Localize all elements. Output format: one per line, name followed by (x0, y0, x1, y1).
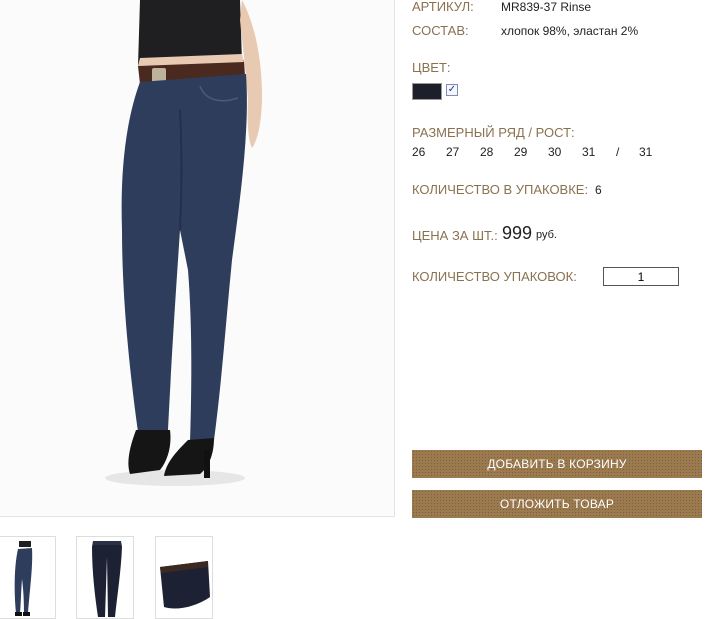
packs-count-label: КОЛИЧЕСТВО УПАКОВОК: (412, 269, 577, 284)
size-item: 29 (514, 145, 528, 159)
add-to-cart-button[interactable]: ДОБАВИТЬ В КОРЗИНУ (412, 450, 702, 478)
composition-value: хлопок 98%, эластан 2% (501, 24, 639, 38)
thumbnail-3[interactable] (155, 536, 213, 619)
size-range-label: РАЗМЕРНЫЙ РЯД / РОСТ: (412, 125, 575, 140)
size-item: 26 (412, 145, 426, 159)
size-item: 28 (480, 145, 494, 159)
thumbnail-2[interactable] (76, 536, 134, 619)
color-checkbox[interactable]: ✓ (446, 84, 458, 96)
size-item: 30 (548, 145, 562, 159)
thumbnail-model-image (14, 541, 33, 616)
pack-qty-value: 6 (595, 183, 602, 197)
size-item: 31 (582, 145, 596, 159)
size-separator: / (616, 145, 620, 159)
thumbnail-detail-image (160, 561, 210, 609)
thumbnail-1[interactable] (0, 536, 56, 619)
color-label: ЦВЕТ: (412, 60, 451, 75)
composition-label: СОСТАВ: (412, 23, 469, 38)
jeans-photo (0, 0, 394, 516)
price-value: 999 (502, 223, 533, 243)
article-value: MR839-37 Rinse (501, 0, 592, 14)
main-product-image[interactable] (0, 0, 395, 517)
defer-item-button[interactable]: ОТЛОЖИТЬ ТОВАР (412, 490, 702, 518)
pack-qty-label: КОЛИЧЕСТВО В УПАКОВКЕ: (412, 182, 589, 197)
price-label: ЦЕНА ЗА ШТ.: (412, 228, 498, 243)
article-label: АРТИКУЛ: (412, 0, 474, 14)
color-swatch[interactable] (412, 83, 442, 100)
height-item: 31 (639, 145, 653, 159)
packs-count-input[interactable] (603, 267, 679, 286)
thumbnail-flat-image (92, 541, 122, 617)
price-currency: руб. (536, 229, 557, 241)
size-item: 27 (446, 145, 460, 159)
